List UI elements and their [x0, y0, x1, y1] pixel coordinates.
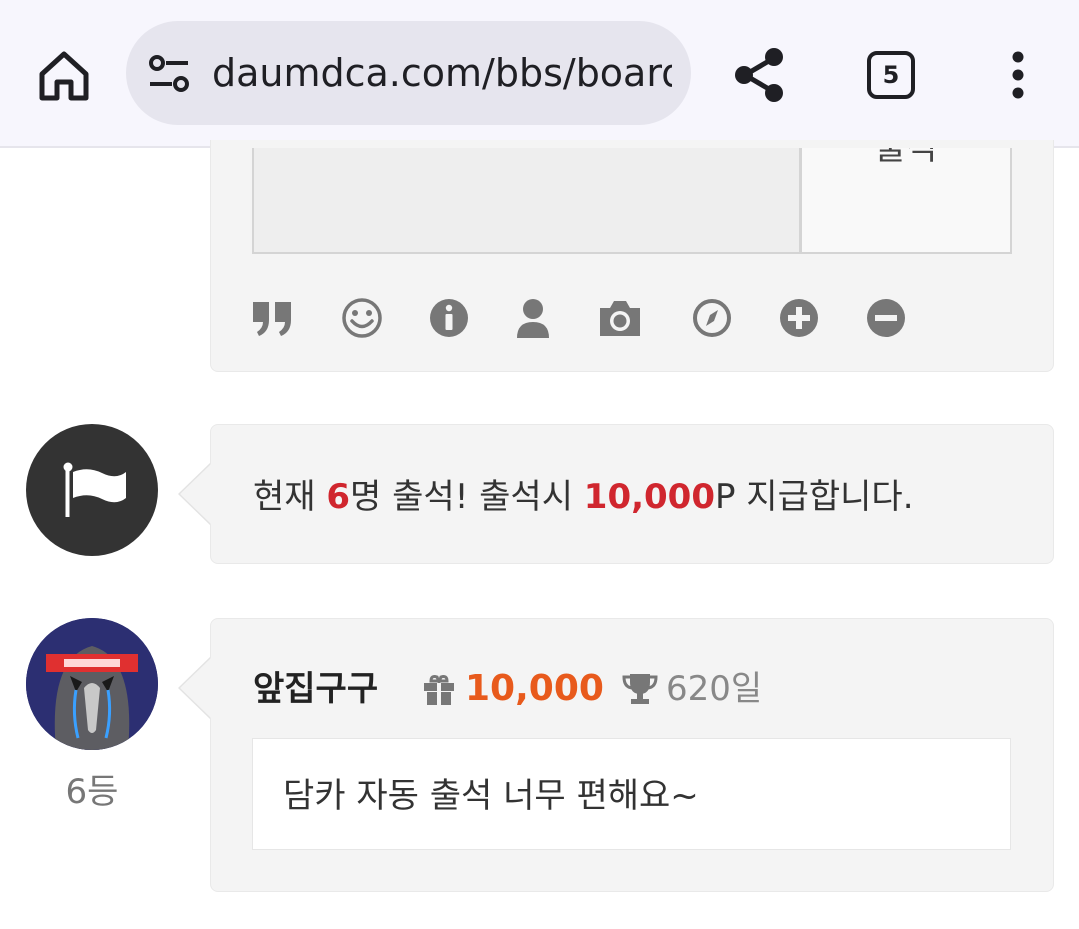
url-text[interactable]: daumdca.com/bbs/board: [212, 45, 672, 101]
attendance-submit-button[interactable]: 출석: [801, 148, 1012, 254]
flag-avatar: [26, 424, 158, 556]
comment-text: 담카 자동 출석 너무 편해요~: [283, 776, 699, 816]
info-icon[interactable]: [427, 296, 471, 340]
attendance-notice-text: 현재 6명 출석! 출석시 10,000P 지급합니다.: [253, 477, 914, 517]
share-icon[interactable]: [732, 46, 788, 104]
attendee-count: 6: [326, 477, 351, 517]
browser-toolbar: daumdca.com/bbs/board 5: [0, 0, 1079, 148]
user-icon[interactable]: [511, 296, 555, 340]
address-bar[interactable]: daumdca.com/bbs/board: [126, 21, 691, 125]
attendance-days: 620일: [666, 669, 763, 709]
quote-icon[interactable]: [251, 296, 295, 340]
points-value: 10,000: [465, 668, 604, 709]
minus-icon[interactable]: [864, 296, 908, 340]
site-settings-icon[interactable]: [148, 54, 190, 94]
reward-points: 10,000: [583, 477, 715, 517]
trophy-icon: [622, 674, 658, 704]
camera-icon[interactable]: [598, 296, 642, 340]
home-icon[interactable]: [34, 46, 94, 106]
comment-textarea[interactable]: [252, 148, 801, 254]
submit-label: 출석: [874, 148, 938, 168]
compass-icon[interactable]: [690, 296, 734, 340]
penguin-avatar-image: [26, 618, 158, 750]
tab-switcher-icon[interactable]: 5: [867, 51, 915, 99]
smiley-icon[interactable]: [340, 296, 384, 340]
gift-icon: [424, 675, 454, 705]
rank-label: 6등: [65, 772, 119, 812]
flag-icon: [63, 462, 126, 517]
comment-body: 담카 자동 출석 너무 편해요~: [252, 738, 1011, 850]
avatar[interactable]: [26, 618, 158, 750]
more-menu-icon[interactable]: [1000, 48, 1036, 104]
plus-icon[interactable]: [777, 296, 821, 340]
username[interactable]: 앞집구구: [253, 666, 378, 712]
